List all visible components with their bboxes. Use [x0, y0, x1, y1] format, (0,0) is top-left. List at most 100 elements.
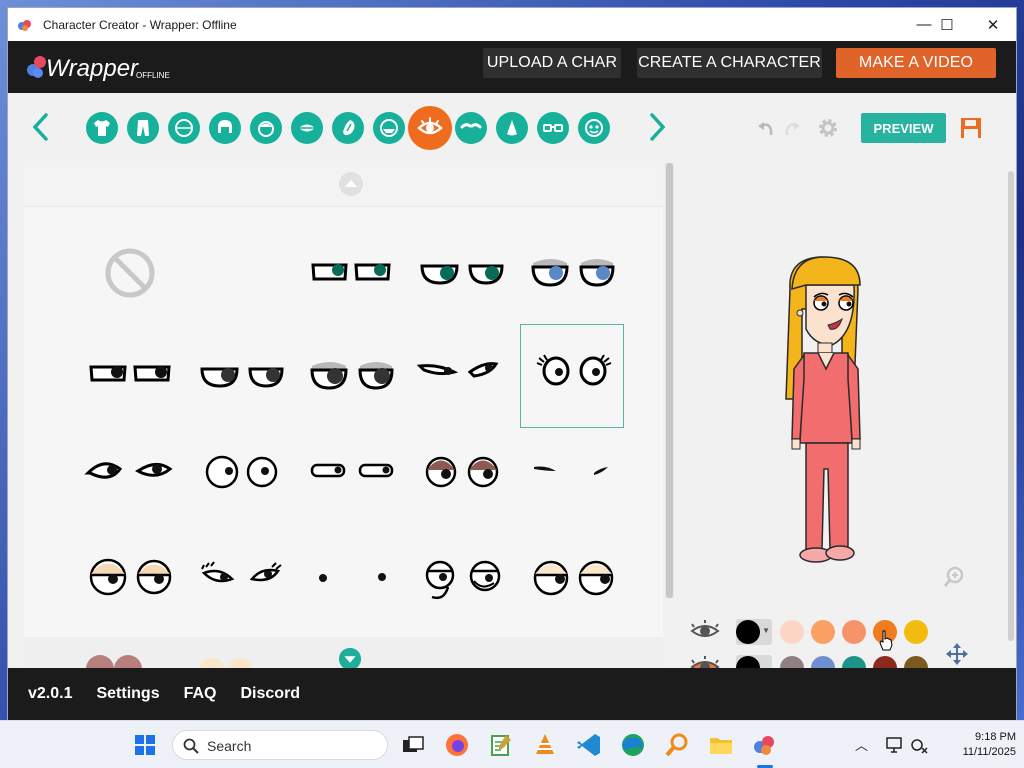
scroll-up-icon[interactable]	[338, 171, 364, 197]
color-swatch[interactable]	[780, 656, 804, 668]
shirt-icon	[94, 120, 110, 136]
color-swatch[interactable]	[811, 656, 835, 668]
color-swatch[interactable]	[904, 620, 928, 644]
color-swatch[interactable]	[842, 656, 866, 668]
category-nose[interactable]	[496, 112, 528, 144]
eye-option-narrow-teal[interactable]	[300, 221, 404, 325]
color-swatch[interactable]	[873, 656, 897, 668]
eye-option-blue-lidded[interactable]	[521, 221, 625, 325]
face-shape-icon	[175, 119, 193, 137]
grid-footer	[24, 637, 663, 671]
eye-option-thin-lines[interactable]	[520, 421, 624, 525]
caret-down-icon: ▼	[762, 626, 770, 635]
settings-link[interactable]: Settings	[96, 685, 159, 703]
category-hair-front[interactable]	[250, 112, 282, 144]
discord-link[interactable]: Discord	[241, 685, 301, 703]
gear-icon[interactable]	[816, 116, 840, 140]
category-pants[interactable]	[127, 112, 159, 144]
panel-scrollbar[interactable]	[1006, 161, 1016, 668]
logo-subtext: OFFLINE	[136, 71, 170, 80]
save-icon[interactable]	[959, 116, 983, 140]
chevron-right-icon[interactable]	[642, 109, 672, 145]
no-symbol-icon	[105, 248, 155, 298]
make-video-button[interactable]: MAKE A VIDEO	[836, 48, 996, 78]
category-mouth[interactable]	[291, 112, 323, 144]
pants-icon	[137, 120, 149, 136]
eye-icon	[417, 117, 443, 135]
eye-option-partial-2[interactable]	[196, 653, 256, 669]
wrapper-logo: Wrapper OFFLINE	[27, 55, 170, 82]
eye-option-long-lashes[interactable]	[190, 525, 294, 629]
close-icon: ✕	[986, 16, 1000, 34]
color-swatch[interactable]	[811, 620, 835, 644]
logo-text: Wrapper	[46, 55, 139, 82]
undo-icon[interactable]	[756, 118, 776, 138]
eye-graphic	[531, 259, 615, 287]
category-eyebrows[interactable]	[455, 112, 487, 144]
eye-graphic	[425, 456, 499, 488]
footer-bar: v2.0.1 Settings FAQ Discord	[8, 668, 1016, 720]
eye-option-almond[interactable]	[78, 421, 182, 525]
eye-option-slit[interactable]	[300, 421, 404, 525]
eye-option-sly-lashes[interactable]	[410, 324, 514, 428]
panel-scrollbar-thumb[interactable]	[1008, 171, 1014, 641]
task-view-icon[interactable]	[400, 732, 426, 758]
eye-option-narrow-black[interactable]	[78, 324, 182, 428]
color-swatch[interactable]	[904, 656, 928, 668]
firefox-icon[interactable]	[444, 732, 470, 758]
close-button[interactable]: ✕	[970, 8, 1016, 41]
category-facial-hair[interactable]	[373, 112, 405, 144]
preview-button[interactable]: PREVIEW	[861, 113, 946, 143]
taskbar-search[interactable]: Search	[172, 730, 388, 760]
eye-option-lashes-round[interactable]	[520, 324, 624, 428]
category-ear[interactable]	[332, 112, 364, 144]
eye-option-dot-eyes[interactable]	[300, 525, 404, 629]
hair-back-icon	[218, 120, 232, 133]
zoom-in-icon[interactable]	[942, 565, 966, 589]
color-swatch[interactable]	[842, 620, 866, 644]
eye-color-row-2	[690, 655, 1010, 668]
eye-graphic	[201, 561, 282, 583]
category-eyes[interactable]	[408, 106, 452, 150]
eye-option-cream-lidded[interactable]	[520, 525, 624, 629]
category-mask[interactable]	[578, 112, 610, 144]
category-face-shape[interactable]	[168, 112, 200, 144]
system-clock[interactable]: 9:18 PM 11/11/2025	[936, 730, 1016, 760]
wrapper-taskbar-icon[interactable]	[752, 732, 778, 758]
search-app-icon[interactable]	[664, 732, 690, 758]
chevron-up-icon[interactable]: ︿	[855, 735, 868, 754]
upload-char-button[interactable]: UPLOAD A CHAR	[483, 48, 621, 78]
redo-icon[interactable]	[782, 118, 802, 138]
eye-graphic	[84, 462, 173, 479]
windows-start-icon[interactable]	[134, 734, 156, 756]
category-hair-back[interactable]	[209, 112, 241, 144]
eye-color-dropdown-2[interactable]	[736, 655, 772, 668]
eye-color-dropdown[interactable]: ▼	[736, 619, 772, 645]
vlc-icon[interactable]	[532, 732, 558, 758]
grid-scrollbar[interactable]	[665, 163, 674, 598]
color-swatch[interactable]	[780, 620, 804, 644]
create-character-button[interactable]: CREATE A CHARACTER	[637, 48, 822, 78]
eye-option-lidded-black[interactable]	[300, 324, 404, 428]
maximize-button[interactable]: ☐	[924, 8, 970, 41]
display-icon[interactable]	[886, 736, 904, 754]
file-explorer-icon[interactable]	[708, 732, 734, 758]
vscode-icon[interactable]	[576, 732, 602, 758]
grid-scrollbar-thumb[interactable]	[666, 163, 673, 598]
eye-option-round-black[interactable]	[190, 324, 294, 428]
edge-icon[interactable]	[620, 732, 646, 758]
eye-option-none[interactable]	[78, 221, 182, 325]
network-icon[interactable]	[910, 736, 928, 754]
eye-option-partial[interactable]	[84, 649, 144, 669]
eye-option-brown-lidded[interactable]	[410, 421, 514, 525]
character-editor: PREVIEW ▼	[8, 93, 1016, 671]
eye-option-wide-round[interactable]	[190, 421, 294, 525]
category-glasses[interactable]	[537, 112, 569, 144]
eye-option-cheek-curl[interactable]	[410, 525, 514, 629]
faq-link[interactable]: FAQ	[184, 685, 217, 703]
category-shirt[interactable]	[86, 112, 118, 144]
eye-option-peach-lidded[interactable]	[78, 525, 182, 629]
notepad-icon[interactable]	[488, 732, 514, 758]
chevron-left-icon[interactable]	[26, 109, 56, 145]
eye-option-round-teal[interactable]	[410, 221, 514, 325]
